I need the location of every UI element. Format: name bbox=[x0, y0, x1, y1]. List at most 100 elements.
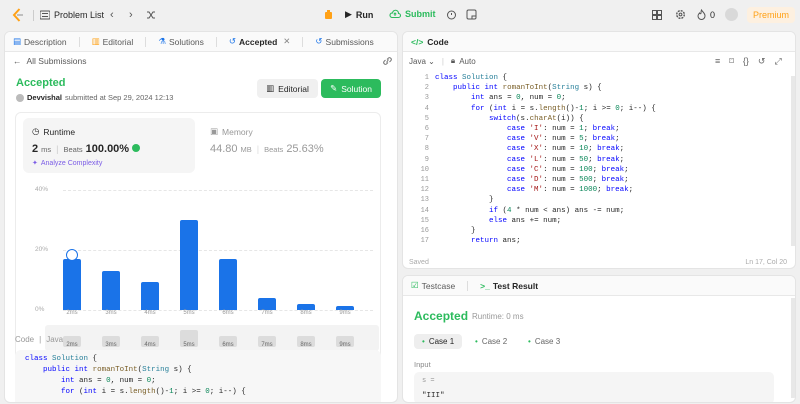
chip-icon: ▣ bbox=[210, 126, 219, 136]
user-avatar[interactable] bbox=[16, 93, 24, 102]
format-icon[interactable]: ≡ bbox=[715, 56, 720, 67]
case-2-tab[interactable]: • Case 2 bbox=[467, 334, 515, 349]
settings-gear-icon[interactable] bbox=[675, 9, 686, 20]
prev-problem-icon[interactable]: ‹ bbox=[110, 9, 114, 21]
braces-icon[interactable]: {} bbox=[743, 56, 749, 67]
cloud-upload-icon bbox=[389, 9, 401, 19]
result-status: Accepted bbox=[414, 309, 469, 323]
line-number: 2 bbox=[424, 84, 429, 93]
tab-submissions[interactable]: ↺ Submissions bbox=[315, 36, 373, 47]
all-submissions-link[interactable]: ← All Submissions bbox=[13, 56, 87, 66]
line-number: 13 bbox=[420, 196, 429, 205]
tab-solutions[interactable]: ⚗ Solutions bbox=[158, 36, 204, 47]
close-tab-icon[interactable]: ✕ bbox=[283, 36, 290, 47]
history-icon: ↺ bbox=[228, 36, 237, 46]
next-problem-icon[interactable]: › bbox=[129, 9, 133, 21]
tab-divider bbox=[78, 36, 80, 47]
line-number: 7 bbox=[424, 135, 429, 144]
editorial-button[interactable]: ▥ Editorial bbox=[257, 79, 318, 98]
timer-icon[interactable] bbox=[446, 9, 457, 20]
line-number: 16 bbox=[420, 227, 429, 235]
runtime-values: 2 ms | Beats 100.00% bbox=[32, 143, 141, 155]
line-number: 15 bbox=[420, 216, 429, 225]
code-line: case 'V': num = 5; break; bbox=[507, 135, 620, 144]
line-number: 17 bbox=[420, 237, 429, 246]
tab-accepted[interactable]: ↺ Accepted ✕ bbox=[229, 36, 291, 47]
submitted-time: submitted at Sep 29, 2024 12:13 bbox=[65, 93, 174, 102]
code-line: int ans = 0, num = 0; bbox=[471, 94, 566, 103]
memory-beats: 25.63% bbox=[286, 143, 324, 155]
code-line: for (int i = s.length()-1; i >= 0; i--) … bbox=[61, 388, 246, 396]
bookmark-icon[interactable]: ⌑ bbox=[729, 56, 734, 67]
runtime-unit: ms bbox=[41, 145, 52, 154]
problem-list-button[interactable]: Problem List bbox=[40, 10, 104, 20]
tab-test-result[interactable]: >_ Test Result bbox=[480, 281, 538, 291]
chevron-down-icon: ⌄ bbox=[428, 56, 435, 66]
dot-icon: • bbox=[422, 337, 425, 346]
terminal-icon: >_ bbox=[480, 280, 490, 291]
tab-testcase[interactable]: ☑ Testcase bbox=[411, 280, 455, 291]
left-tab-bar: ▤ Description ▥ Editorial ⚗ Solutions ↺ Acce… bbox=[5, 32, 397, 52]
run-label: Run bbox=[355, 9, 374, 20]
case-1-tab[interactable]: • Case 1 bbox=[414, 334, 463, 349]
run-button[interactable]: ▶ Run bbox=[345, 9, 373, 20]
book-icon: ▥ bbox=[91, 36, 100, 46]
line-number: 14 bbox=[420, 206, 429, 215]
code-line: int ans = 0, num = 0; bbox=[61, 377, 156, 385]
divider: | bbox=[441, 56, 444, 66]
note-icon[interactable] bbox=[466, 9, 477, 20]
code-line: public int romanToInt(String s) { bbox=[453, 84, 602, 93]
line-number: 8 bbox=[424, 145, 429, 154]
memory-unit: MB bbox=[240, 145, 252, 154]
code-line: case 'L': num = 50; break; bbox=[507, 155, 625, 164]
reset-icon[interactable]: ↺ bbox=[758, 56, 766, 67]
solution-button[interactable]: ✎ Solution bbox=[321, 79, 381, 98]
submit-label: Submit bbox=[405, 9, 436, 19]
code-line: case 'C': num = 100; break; bbox=[507, 165, 629, 174]
code-line: switch(s.charAt(i)) { bbox=[489, 114, 584, 123]
code-editor[interactable]: 1 class Solution {2 public int romanToInt… bbox=[403, 73, 795, 246]
result-tab-bar: ☑ Testcase >_ Test Result bbox=[403, 276, 795, 296]
description-icon: ▤ bbox=[13, 36, 22, 46]
editor-actions: ≡ ⌑ {} ↺ ⤢ bbox=[715, 56, 782, 67]
code-line: if (4 * num < ans) ans -= num; bbox=[489, 206, 625, 215]
language-select[interactable]: Java ⌄ bbox=[409, 57, 435, 66]
streak-counter[interactable]: 0 bbox=[697, 9, 715, 20]
dot-icon: • bbox=[528, 337, 531, 346]
premium-button[interactable]: Premium bbox=[747, 7, 796, 23]
submit-button[interactable]: Submit bbox=[389, 9, 436, 19]
tab-editorial[interactable]: ▥ Editorial bbox=[92, 36, 134, 47]
editor-scrollbar[interactable] bbox=[791, 76, 795, 246]
test-result-panel: ☑ Testcase >_ Test Result Accepted Runtime… bbox=[402, 275, 796, 403]
case-3-tab[interactable]: • Case 3 bbox=[520, 334, 568, 349]
auto-mode[interactable]: Auto bbox=[459, 57, 475, 66]
layout-icon[interactable] bbox=[652, 10, 662, 20]
flask-icon: ⚗ bbox=[158, 36, 166, 46]
avatar[interactable] bbox=[725, 8, 738, 21]
code-line: case 'M': num = 1000; break; bbox=[507, 186, 634, 195]
submission-meta: Devvishal submitted at Sep 29, 2024 12:1… bbox=[16, 93, 173, 102]
debug-button[interactable] bbox=[323, 9, 334, 20]
username[interactable]: Devvishal bbox=[27, 93, 62, 102]
line-number: 1 bbox=[424, 74, 429, 82]
bug-icon bbox=[325, 10, 332, 19]
tab-description[interactable]: ▤ Description bbox=[13, 36, 67, 47]
result-scrollbar[interactable] bbox=[791, 298, 795, 398]
memory-header[interactable]: ▣ Memory bbox=[210, 126, 253, 137]
leetcode-logo-icon[interactable] bbox=[11, 8, 25, 22]
memory-value: 44.80 bbox=[210, 143, 238, 155]
code-line: } bbox=[435, 227, 476, 235]
shuffle-icon[interactable] bbox=[146, 10, 156, 20]
leetcode-badge-icon bbox=[132, 144, 141, 152]
code-editor-panel: </> Code Java ⌄ | 🔒︎ Auto ≡ ⌑ {} ↺ ⤢ 1 cl… bbox=[402, 31, 796, 269]
code-line: case 'I': num = 1; break; bbox=[507, 125, 620, 133]
code-line: case 'D': num = 500; break; bbox=[507, 176, 629, 184]
submitted-code-block[interactable]: class Solution { public int romanToInt(S… bbox=[15, 350, 381, 402]
dot-icon: • bbox=[475, 337, 478, 346]
runtime-beats: 100.00% bbox=[85, 143, 130, 155]
top-bar: Problem List ‹ › ▶ Run Submit 0 Premium bbox=[0, 0, 800, 30]
expand-icon[interactable]: ⤢ bbox=[774, 56, 781, 67]
link-icon[interactable] bbox=[382, 56, 393, 66]
analyze-complexity-link[interactable]: ✦ Analyze Complexity bbox=[32, 159, 102, 168]
runtime-header: ◷ Runtime bbox=[32, 126, 76, 137]
